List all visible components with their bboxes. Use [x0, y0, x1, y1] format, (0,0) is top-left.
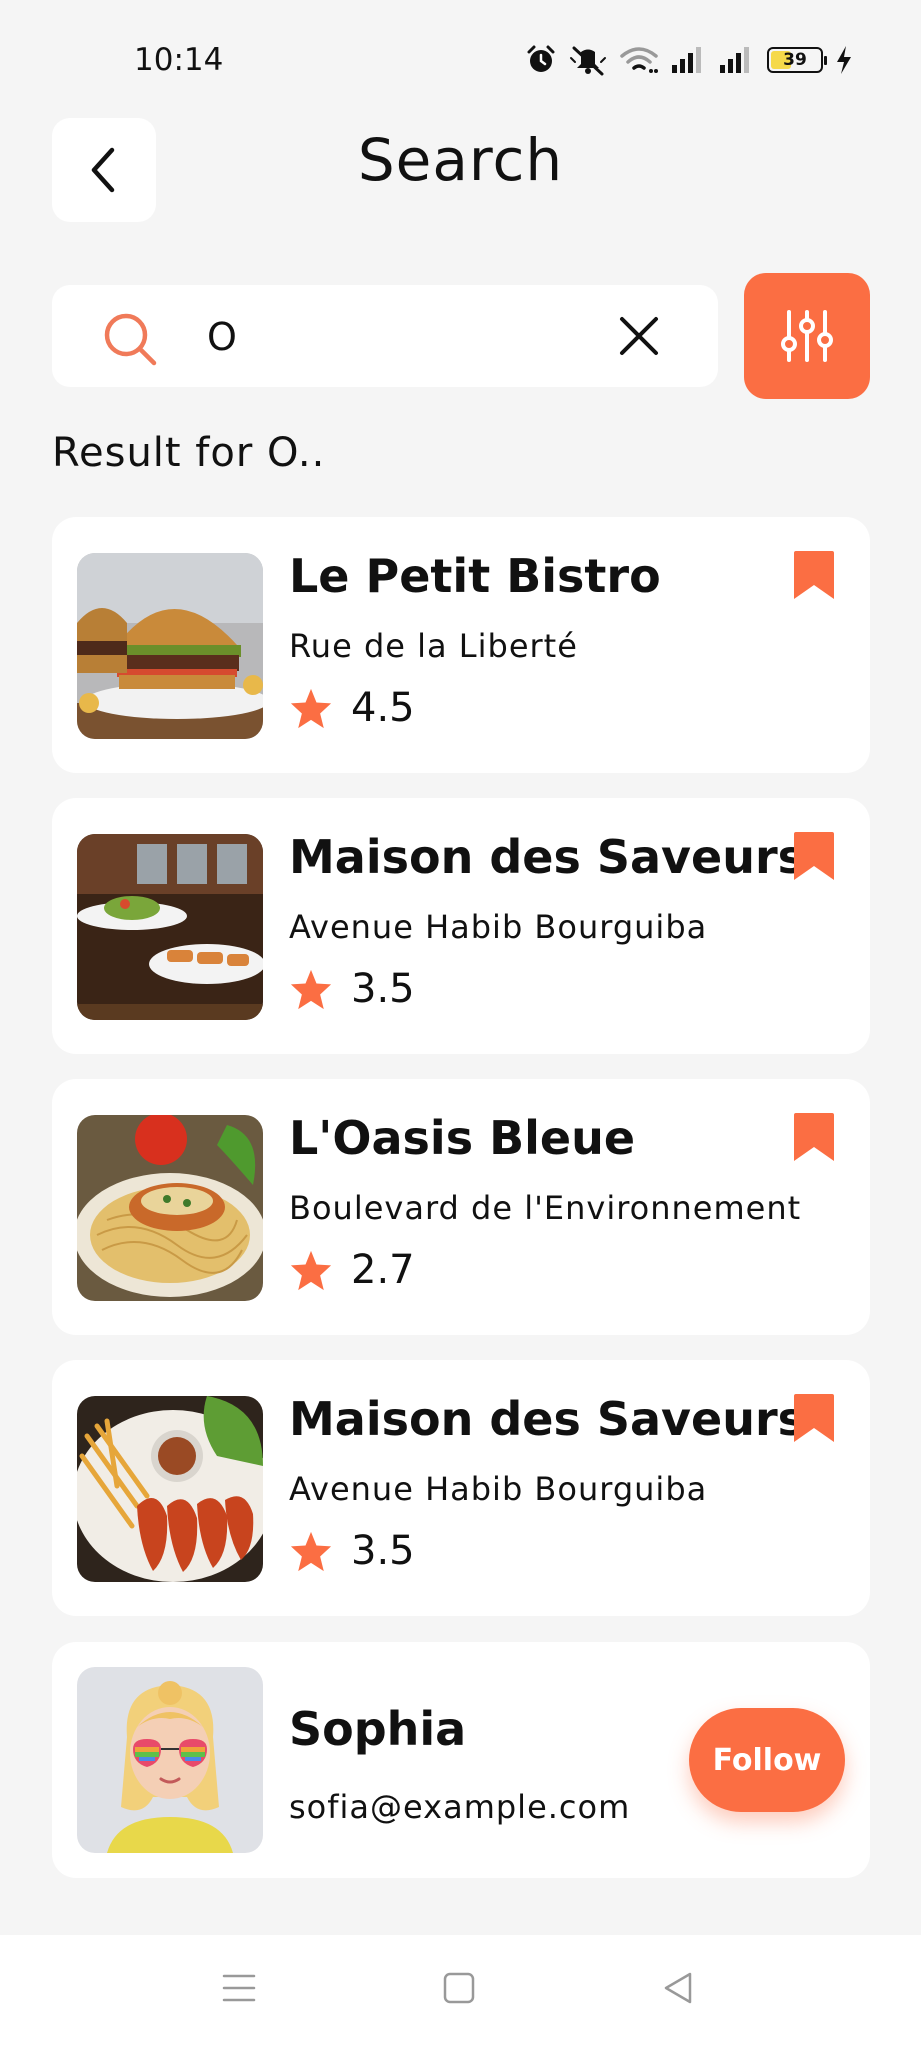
- avatar: [77, 1667, 263, 1853]
- follow-button[interactable]: Follow: [689, 1708, 845, 1812]
- rating: 2.7: [289, 1247, 415, 1293]
- restaurant-address: Boulevard de l'Environnement: [289, 1189, 802, 1227]
- bookmark-icon[interactable]: [792, 830, 836, 882]
- restaurant-image: [77, 1115, 263, 1301]
- menu-icon[interactable]: [222, 1971, 256, 2005]
- rating: 4.5: [289, 685, 415, 731]
- home-icon[interactable]: [442, 1971, 476, 2005]
- sliders-icon: [781, 310, 833, 362]
- star-icon: [290, 1531, 332, 1572]
- filter-button[interactable]: [744, 273, 870, 399]
- user-name: Sophia: [289, 1702, 467, 1756]
- close-icon[interactable]: [618, 315, 660, 357]
- restaurant-address: Rue de la Liberté: [289, 627, 578, 665]
- star-icon: [290, 688, 332, 729]
- rating-value: 3.5: [351, 1528, 415, 1574]
- charging-icon: [837, 46, 851, 74]
- restaurant-name: Maison des Saveurs: [289, 1392, 806, 1446]
- user-card[interactable]: Sophia sofia@example.com Follow: [52, 1642, 870, 1878]
- mute-icon: [570, 46, 606, 76]
- system-nav-bar: [0, 1935, 921, 2048]
- restaurant-address: Avenue Habib Bourguiba: [289, 908, 708, 946]
- wifi-icon: [620, 47, 658, 73]
- status-time: 10:14: [134, 42, 224, 78]
- restaurant-card[interactable]: Maison des Saveurs Avenue Habib Bourguib…: [52, 798, 870, 1054]
- star-icon: [290, 969, 332, 1010]
- restaurant-address: Avenue Habib Bourguiba: [289, 1470, 708, 1508]
- restaurant-card[interactable]: Le Petit Bistro Rue de la Liberté 4.5: [52, 517, 870, 773]
- rating-value: 4.5: [351, 685, 415, 731]
- status-bar: 10:14 39: [0, 0, 921, 110]
- bookmark-icon[interactable]: [792, 549, 836, 601]
- rating: 3.5: [289, 966, 415, 1012]
- battery-icon: 39: [767, 47, 827, 73]
- restaurant-name: L'Oasis Bleue: [289, 1111, 636, 1165]
- restaurant-card[interactable]: Maison des Saveurs Avenue Habib Bourguib…: [52, 1360, 870, 1616]
- rating: 3.5: [289, 1528, 415, 1574]
- rating-value: 3.5: [351, 966, 415, 1012]
- restaurant-card[interactable]: L'Oasis Bleue Boulevard de l'Environneme…: [52, 1079, 870, 1335]
- bookmark-icon[interactable]: [792, 1111, 836, 1163]
- result-label: Result for O..: [52, 430, 326, 476]
- battery-level: 39: [783, 50, 807, 70]
- restaurant-name: Le Petit Bistro: [289, 549, 661, 603]
- bookmark-icon[interactable]: [792, 1392, 836, 1444]
- star-icon: [290, 1250, 332, 1291]
- restaurant-image: [77, 553, 263, 739]
- status-icons: 39: [525, 40, 853, 80]
- signal-icon: [720, 47, 749, 73]
- restaurant-image: [77, 834, 263, 1020]
- restaurant-image: [77, 1396, 263, 1582]
- alarm-icon: [527, 45, 555, 72]
- restaurant-name: Maison des Saveurs: [289, 830, 806, 884]
- signal-icon: [672, 47, 701, 73]
- page-title: Search: [357, 126, 564, 194]
- back-icon[interactable]: [662, 1971, 696, 2005]
- search-query[interactable]: O: [207, 315, 237, 359]
- search-icon: [104, 313, 157, 366]
- user-email: sofia@example.com: [289, 1788, 631, 1826]
- search-input[interactable]: O: [52, 285, 718, 387]
- rating-value: 2.7: [351, 1247, 415, 1293]
